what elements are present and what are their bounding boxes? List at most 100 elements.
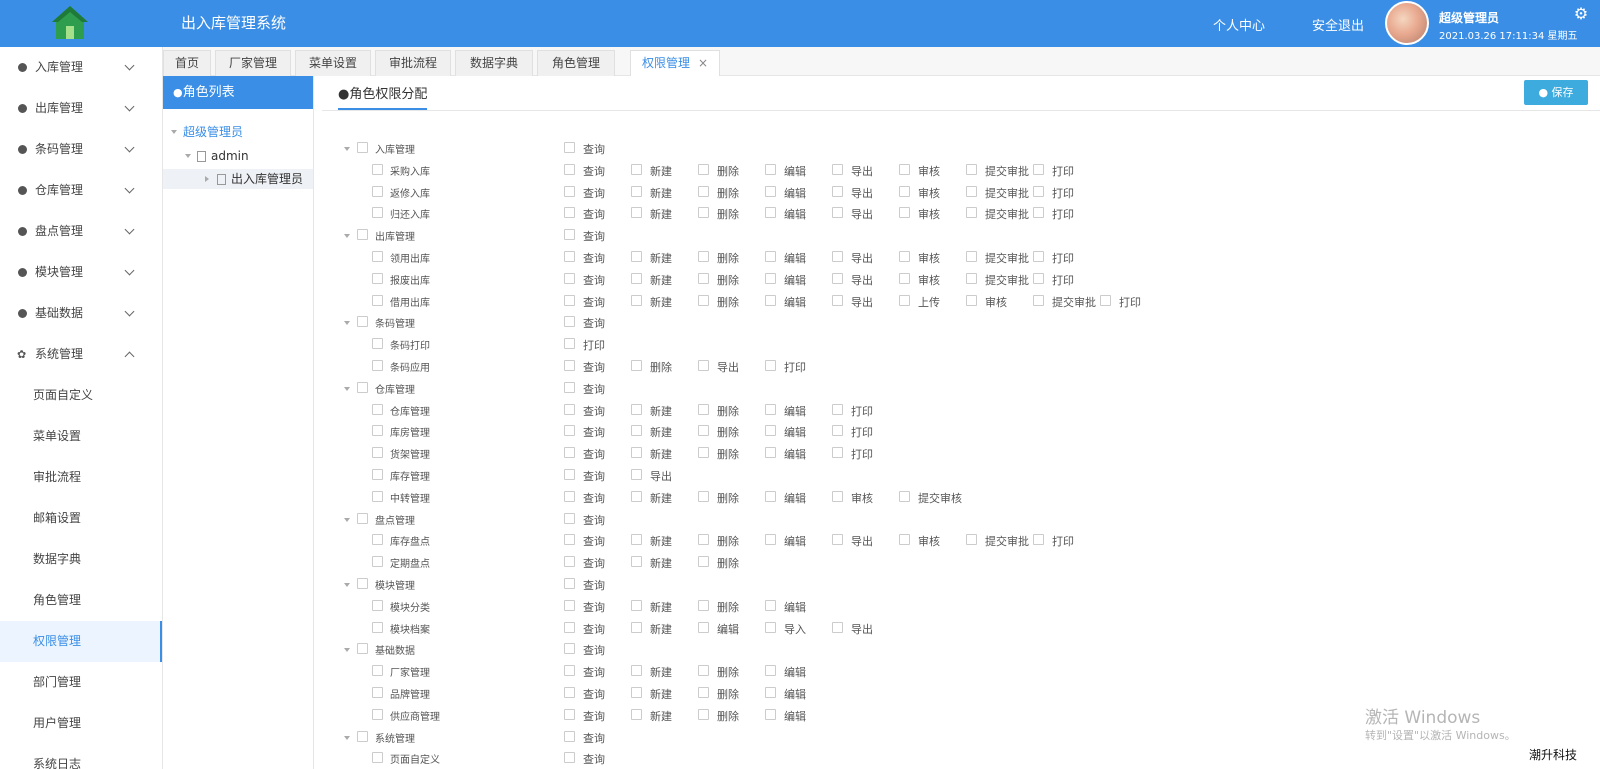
- save-button[interactable]: ● 保存: [1524, 80, 1588, 105]
- permission-checkbox[interactable]: [564, 207, 575, 219]
- permission-checkbox[interactable]: [966, 185, 977, 197]
- permission-checkbox[interactable]: [698, 599, 709, 611]
- permission-checkbox[interactable]: [832, 447, 843, 459]
- sidebar-subitem-role-management[interactable]: 角色管理: [0, 580, 162, 621]
- permission-checkbox[interactable]: [564, 447, 575, 459]
- permission-checkbox[interactable]: [631, 534, 642, 546]
- module-checkbox[interactable]: [372, 251, 383, 262]
- permission-checkbox[interactable]: [631, 251, 642, 262]
- permission-checkbox[interactable]: [631, 490, 642, 502]
- permission-checkbox[interactable]: [631, 403, 642, 415]
- permission-checkbox[interactable]: [564, 665, 575, 677]
- module-checkbox[interactable]: [357, 316, 368, 328]
- module-checkbox[interactable]: [372, 687, 383, 698]
- caret-down-icon[interactable]: [344, 648, 350, 653]
- permission-checkbox[interactable]: [564, 316, 575, 328]
- permission-checkbox[interactable]: [899, 251, 910, 262]
- module-checkbox[interactable]: [372, 534, 383, 546]
- permission-checkbox[interactable]: [765, 490, 776, 502]
- permission-checkbox[interactable]: [564, 512, 575, 524]
- sidebar-subitem-system-log[interactable]: 系统日志: [0, 744, 162, 769]
- permission-checkbox[interactable]: [698, 556, 709, 568]
- sidebar-subitem-permission-management[interactable]: 权限管理: [0, 621, 162, 662]
- permission-checkbox[interactable]: [832, 163, 843, 175]
- permission-checkbox[interactable]: [832, 425, 843, 437]
- caret-down-icon[interactable]: [344, 321, 350, 326]
- permission-checkbox[interactable]: [899, 294, 910, 306]
- permission-checkbox[interactable]: [832, 534, 843, 546]
- permission-checkbox[interactable]: [765, 163, 776, 175]
- caret-down-icon[interactable]: [344, 147, 350, 151]
- permission-checkbox[interactable]: [631, 360, 642, 371]
- module-checkbox[interactable]: [357, 381, 368, 393]
- permission-checkbox[interactable]: [1033, 534, 1044, 546]
- permission-checkbox[interactable]: [564, 752, 575, 764]
- permission-checkbox[interactable]: [966, 294, 977, 306]
- permission-checkbox[interactable]: [698, 621, 709, 633]
- permission-checkbox[interactable]: [1033, 272, 1044, 284]
- sidebar-subitem-menu-settings[interactable]: 菜单设置: [0, 416, 162, 457]
- permission-checkbox[interactable]: [698, 665, 709, 677]
- permission-checkbox[interactable]: [832, 621, 843, 633]
- module-checkbox[interactable]: [372, 403, 383, 415]
- permission-checkbox[interactable]: [564, 643, 575, 655]
- tab-data-dictionary[interactable]: 数据字典: [455, 50, 533, 76]
- permission-checkbox[interactable]: [631, 469, 642, 480]
- permission-checkbox[interactable]: [564, 403, 575, 415]
- tree-node-warehouse-admin[interactable]: 出入库管理员: [163, 169, 313, 189]
- permission-checkbox[interactable]: [698, 425, 709, 437]
- tree-node-super-admin[interactable]: 超级管理员: [169, 122, 309, 142]
- module-checkbox[interactable]: [372, 447, 383, 459]
- module-checkbox[interactable]: [357, 142, 368, 153]
- permission-checkbox[interactable]: [698, 185, 709, 197]
- permission-checkbox[interactable]: [899, 490, 910, 502]
- sidebar-item-inbound[interactable]: 入库管理: [0, 47, 162, 88]
- tree-node-admin[interactable]: admin: [183, 146, 309, 166]
- sidebar-subitem-approval-flow[interactable]: 审批流程: [0, 457, 162, 498]
- permission-checkbox[interactable]: [832, 272, 843, 284]
- gear-icon[interactable]: ⚙: [1572, 5, 1590, 23]
- module-checkbox[interactable]: [357, 643, 368, 655]
- permission-checkbox[interactable]: [765, 708, 776, 720]
- permission-checkbox[interactable]: [631, 708, 642, 720]
- caret-down-icon[interactable]: [344, 234, 350, 239]
- permission-checkbox[interactable]: [698, 490, 709, 502]
- permission-checkbox[interactable]: [1033, 294, 1044, 306]
- permission-checkbox[interactable]: [564, 142, 575, 153]
- permission-checkbox[interactable]: [899, 185, 910, 197]
- permission-checkbox[interactable]: [966, 272, 977, 284]
- module-checkbox[interactable]: [357, 512, 368, 524]
- permission-checkbox[interactable]: [564, 687, 575, 698]
- permission-checkbox[interactable]: [765, 251, 776, 262]
- module-checkbox[interactable]: [372, 469, 383, 480]
- permission-checkbox[interactable]: [899, 534, 910, 546]
- permission-checkbox[interactable]: [966, 251, 977, 262]
- permission-checkbox[interactable]: [631, 425, 642, 437]
- sidebar-item-barcode[interactable]: 条码管理: [0, 129, 162, 170]
- module-checkbox[interactable]: [372, 556, 383, 568]
- permission-checkbox[interactable]: [765, 687, 776, 698]
- permission-checkbox[interactable]: [564, 534, 575, 546]
- module-checkbox[interactable]: [357, 578, 368, 589]
- module-checkbox[interactable]: [372, 621, 383, 633]
- permission-checkbox[interactable]: [564, 621, 575, 633]
- permission-checkbox[interactable]: [899, 207, 910, 219]
- permission-checkbox[interactable]: [765, 425, 776, 437]
- caret-down-icon[interactable]: [344, 386, 350, 391]
- permission-checkbox[interactable]: [698, 272, 709, 284]
- permission-checkbox[interactable]: [564, 708, 575, 720]
- permission-checkbox[interactable]: [631, 447, 642, 459]
- module-checkbox[interactable]: [372, 490, 383, 502]
- caret-down-icon[interactable]: [344, 583, 350, 587]
- permission-checkbox[interactable]: [564, 338, 575, 350]
- module-checkbox[interactable]: [372, 425, 383, 437]
- sidebar-item-outbound[interactable]: 出库管理: [0, 88, 162, 129]
- permission-checkbox[interactable]: [631, 294, 642, 306]
- permission-checkbox[interactable]: [698, 294, 709, 306]
- caret-down-icon[interactable]: [344, 735, 350, 740]
- permission-checkbox[interactable]: [564, 185, 575, 197]
- sidebar-subitem-mail-settings[interactable]: 邮箱设置: [0, 498, 162, 539]
- permission-checkbox[interactable]: [698, 163, 709, 175]
- permission-checkbox[interactable]: [1033, 207, 1044, 219]
- tab-role-permission[interactable]: ●角色权限分配: [338, 83, 428, 110]
